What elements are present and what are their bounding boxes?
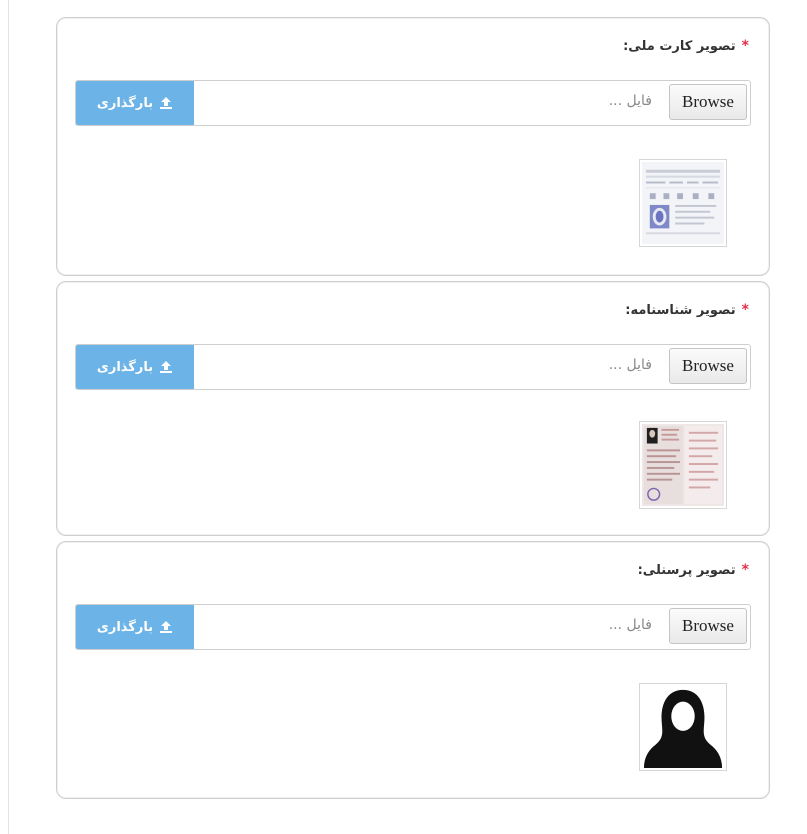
birth-certificate-file-input[interactable]: بارگذاری فایل ... Browse xyxy=(75,344,751,390)
birth-certificate-label-text: تصویر شناسنامه: xyxy=(625,303,736,318)
file-name-placeholder: فایل ... xyxy=(608,357,652,373)
personal-photo-panel: * تصویر پرسنلی: بارگذاری فایل ... Browse xyxy=(56,541,770,799)
upload-icon xyxy=(160,97,173,109)
file-name-placeholder: فایل ... xyxy=(608,93,652,109)
personal-photo-file-input[interactable]: بارگذاری فایل ... Browse xyxy=(75,604,751,650)
national-card-label-text: تصویر کارت ملی: xyxy=(623,39,736,54)
upload-icon xyxy=(160,621,173,633)
left-divider xyxy=(8,0,9,834)
birth-certificate-browse-button[interactable]: Browse xyxy=(669,348,747,384)
personal-photo-label: * تصویر پرسنلی: xyxy=(638,562,749,578)
required-mark: * xyxy=(741,562,749,578)
personal-photo-label-text: تصویر پرسنلی: xyxy=(637,563,736,578)
national-card-upload-button[interactable]: بارگذاری xyxy=(76,81,194,125)
upload-button-label: بارگذاری xyxy=(96,619,154,635)
birth-certificate-upload-button[interactable]: بارگذاری xyxy=(76,345,194,389)
birth-certificate-panel: * تصویر شناسنامه: بارگذاری فایل ... Brows… xyxy=(56,281,770,536)
national-card-thumbnail[interactable] xyxy=(639,159,727,247)
upload-button-label: بارگذاری xyxy=(96,95,154,111)
birth-certificate-label: * تصویر شناسنامه: xyxy=(625,302,749,318)
national-card-label: * تصویر کارت ملی: xyxy=(623,38,749,54)
birth-certificate-image xyxy=(642,424,724,506)
required-mark: * xyxy=(741,38,749,54)
national-card-browse-button[interactable]: Browse xyxy=(669,84,747,120)
personal-photo-upload-button[interactable]: بارگذاری xyxy=(76,605,194,649)
birth-certificate-thumbnail[interactable] xyxy=(639,421,727,509)
national-card-panel: * تصویر کارت ملی: بارگذاری فایل ... Brows… xyxy=(56,17,770,276)
upload-icon xyxy=(160,361,173,373)
personal-photo-image xyxy=(642,686,724,768)
upload-button-label: بارگذاری xyxy=(96,359,154,375)
file-name-placeholder: فایل ... xyxy=(608,617,652,633)
national-card-image xyxy=(642,162,724,244)
personal-photo-browse-button[interactable]: Browse xyxy=(669,608,747,644)
personal-photo-thumbnail[interactable] xyxy=(639,683,727,771)
required-mark: * xyxy=(741,302,749,318)
national-card-file-input[interactable]: بارگذاری فایل ... Browse xyxy=(75,80,751,126)
